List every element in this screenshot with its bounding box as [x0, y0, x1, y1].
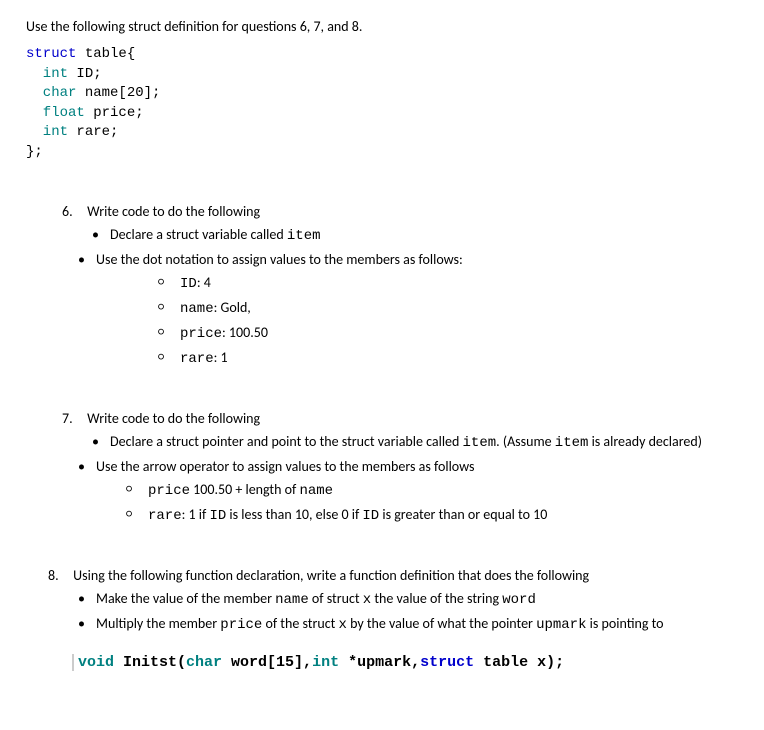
- question-7: 7. Write code to do the following Declar…: [62, 410, 738, 527]
- q7-b1-code: item: [463, 435, 497, 451]
- sig-p2: *upmark,: [339, 654, 420, 671]
- ident-id: ID;: [68, 66, 102, 82]
- q6-b1-code: item: [287, 228, 321, 244]
- q6-s2-rest: : Gold,: [214, 299, 251, 316]
- q6-bullets: Declare a struct variable called item Us…: [62, 224, 738, 370]
- q8-b1-code3: word: [502, 592, 536, 608]
- keyword-float: float: [26, 105, 85, 121]
- q6-bullet-2: Use the dot notation to assign values to…: [78, 249, 738, 370]
- q7-s1-rest: 100.50 + length of: [190, 481, 299, 498]
- q8-b1-a: Make the value of the member: [96, 590, 275, 607]
- intro-text: Use the following struct definition for …: [26, 18, 738, 35]
- q7-title: Write code to do the following: [87, 410, 260, 427]
- ident-rare: rare;: [68, 124, 118, 140]
- q6-s4-rest: : 1: [214, 349, 228, 366]
- q8-bullets: Make the value of the member name of str…: [48, 588, 738, 636]
- q7-s1-code2: name: [299, 483, 333, 499]
- q7-sub-1: price 100.50 + length of name: [126, 479, 738, 502]
- sig-char: char: [186, 654, 222, 671]
- q8-number: 8.: [48, 567, 70, 584]
- q7-sub-bullets: price 100.50 + length of name rare: 1 if…: [96, 479, 738, 527]
- q7-s2-code3: ID: [362, 508, 379, 524]
- q8-bullet-1: Make the value of the member name of str…: [78, 588, 738, 611]
- question-8: 8. Using the following function declarat…: [48, 567, 738, 671]
- q6-b1-text: Declare a struct variable called: [110, 226, 287, 243]
- q8-b1-code: name: [275, 592, 309, 608]
- q8-b1-b: of struct: [309, 590, 363, 607]
- q8-bullet-2: Multiply the member price of the struct …: [78, 613, 738, 636]
- q6-sub-2: name: Gold,: [158, 297, 738, 320]
- question-6: 6. Write code to do the following Declar…: [62, 203, 738, 370]
- q8-title: Using the following function declaration…: [73, 567, 589, 584]
- sig-void: void: [78, 654, 114, 671]
- ident-price: price;: [85, 105, 144, 121]
- q7-bullet-1: Declare a struct pointer and point to th…: [92, 431, 738, 454]
- keyword-int: int: [26, 124, 68, 140]
- sig-int: int: [312, 654, 339, 671]
- q8-title-line: 8. Using the following function declarat…: [48, 567, 738, 584]
- close-brace: };: [26, 144, 43, 160]
- q7-sub-2: rare: 1 if ID is less than 10, else 0 if…: [126, 504, 738, 527]
- q8-b2-code3: upmark: [536, 617, 586, 633]
- q7-s2-b: is less than 10, else 0 if: [226, 506, 362, 523]
- q6-number: 6.: [62, 203, 84, 220]
- q7-s2-code2: ID: [209, 508, 226, 524]
- keyword-int: int: [26, 66, 68, 82]
- q7-bullet-2: Use the arrow operator to assign values …: [78, 456, 738, 527]
- q7-number: 7.: [62, 410, 84, 427]
- q6-sub-1: ID: 4: [158, 272, 738, 295]
- q7-bullets: Declare a struct pointer and point to th…: [62, 431, 738, 527]
- q6-bullet-1: Declare a struct variable called item: [92, 224, 738, 247]
- q8-b2-c: by the value of what the pointer: [347, 615, 536, 632]
- q6-sub-3: price: 100.50: [158, 322, 738, 345]
- sig-struct: struct: [420, 654, 474, 671]
- q6-s2-code: name: [180, 301, 214, 317]
- q6-title: Write code to do the following: [87, 203, 260, 220]
- keyword-char: char: [26, 85, 76, 101]
- q8-b2-d: is pointing to: [587, 615, 664, 632]
- q7-b2-text: Use the arrow operator to assign values …: [96, 458, 474, 475]
- q8-b1-code2: x: [363, 592, 371, 608]
- q6-s1-code: ID: [180, 276, 197, 292]
- function-signature: void Initst(char word[15],int *upmark,st…: [72, 654, 738, 671]
- q7-b1-b: . (Assume: [496, 433, 555, 450]
- q8-b1-c: the value of the string: [371, 590, 502, 607]
- q7-s2-a: : 1 if: [182, 506, 210, 523]
- q7-title-line: 7. Write code to do the following: [62, 410, 738, 427]
- q8-b2-a: Multiply the member: [96, 615, 220, 632]
- q6-s3-code: price: [180, 326, 222, 342]
- q7-s2-code: rare: [148, 508, 182, 524]
- q6-sub-bullets: ID: 4 name: Gold, price: 100.50 rare: 1: [96, 272, 738, 370]
- sig-fn: Initst(: [114, 654, 186, 671]
- ident-name: name[20];: [76, 85, 160, 101]
- q6-sub-4: rare: 1: [158, 347, 738, 370]
- q6-s4-code: rare: [180, 351, 214, 367]
- sig-p3: table x);: [474, 654, 564, 671]
- sig-p1: word[15],: [222, 654, 312, 671]
- ident-table: table{: [76, 46, 135, 62]
- keyword-struct: struct: [26, 46, 76, 62]
- q8-b2-code2: x: [339, 617, 347, 633]
- q8-b2-code: price: [220, 617, 262, 633]
- q6-title-line: 6. Write code to do the following: [62, 203, 738, 220]
- q6-b2-text: Use the dot notation to assign values to…: [96, 251, 463, 268]
- q7-b1-code2: item: [555, 435, 589, 451]
- q7-b1-a: Declare a struct pointer and point to th…: [110, 433, 463, 450]
- q6-s3-rest: : 100.50: [222, 324, 268, 341]
- q7-s1-code: price: [148, 483, 190, 499]
- struct-definition: struct table{ int ID; char name[20]; flo…: [26, 45, 738, 163]
- q7-s2-c: is greater than or equal to 10: [379, 506, 547, 523]
- q6-s1-rest: : 4: [197, 274, 211, 291]
- q7-b1-c: is already declared): [588, 433, 702, 450]
- q8-b2-b: of the struct: [262, 615, 338, 632]
- questions-container: 6. Write code to do the following Declar…: [26, 203, 738, 671]
